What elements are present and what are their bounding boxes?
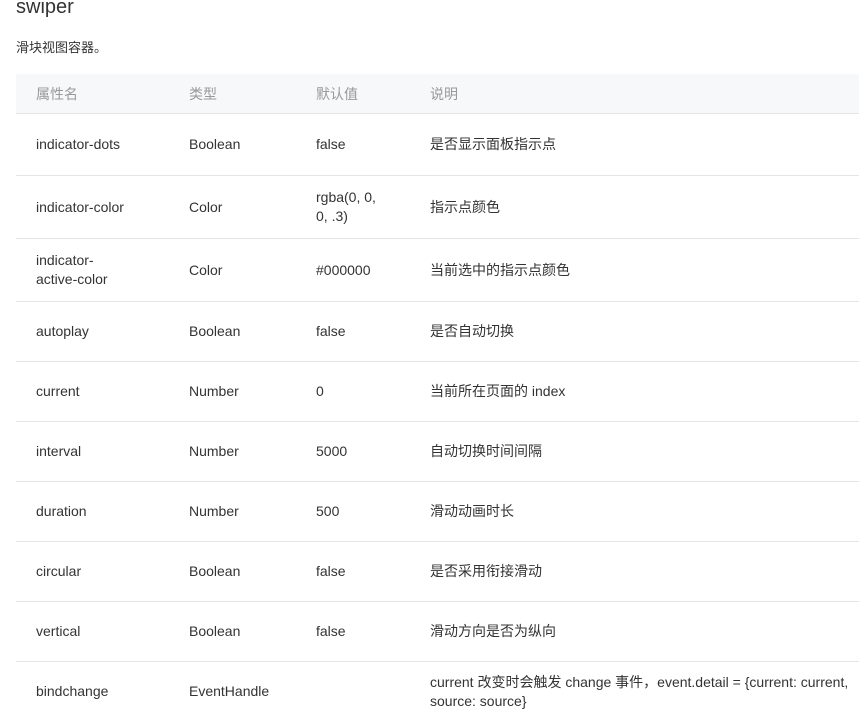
table-row: intervalNumber5000自动切换时间间隔 (16, 422, 859, 482)
cell-description: 是否显示面板指示点 (410, 114, 859, 176)
table-row: indicator-dotsBooleanfalse是否显示面板指示点 (16, 114, 859, 176)
page-description: 滑块视图容器。 (16, 37, 107, 56)
header-description: 说明 (410, 74, 859, 114)
cell-name: indicator-dots (16, 114, 169, 176)
cell-name: circular (16, 542, 169, 602)
cell-name: bindchange (16, 662, 169, 721)
cell-default (296, 662, 410, 721)
header-type: 类型 (169, 74, 296, 114)
cell-description: 当前所在页面的 index (410, 362, 859, 422)
table-row: indicator-colorColorrgba(0, 0, 0, .3)指示点… (16, 176, 859, 239)
cell-name: vertical (16, 602, 169, 662)
cell-name: duration (16, 482, 169, 542)
cell-default: 5000 (296, 422, 410, 482)
cell-name: indicator-color (16, 176, 169, 239)
cell-name: current (16, 362, 169, 422)
header-default: 默认值 (296, 74, 410, 114)
cell-description: current 改变时会触发 change 事件，event.detail = … (410, 662, 859, 721)
page-title: swiper (16, 0, 74, 19)
cell-default: #000000 (296, 239, 410, 302)
header-name: 属性名 (16, 74, 169, 114)
cell-type: Number (169, 482, 296, 542)
table-header: 属性名 类型 默认值 说明 (16, 74, 859, 114)
table-row: currentNumber0当前所在页面的 index (16, 362, 859, 422)
cell-type: Number (169, 422, 296, 482)
table-row: bindchangeEventHandle current 改变时会触发 chan… (16, 662, 859, 721)
cell-default: false (296, 302, 410, 362)
cell-default: 500 (296, 482, 410, 542)
cell-description: 是否采用衔接滑动 (410, 542, 859, 602)
cell-description: 指示点颜色 (410, 176, 859, 239)
attributes-table: 属性名 类型 默认值 说明 indicator-dotsBooleanfalse… (16, 74, 859, 721)
cell-type: Boolean (169, 302, 296, 362)
cell-description: 是否自动切换 (410, 302, 859, 362)
cell-description: 滑动方向是否为纵向 (410, 602, 859, 662)
cell-default: false (296, 114, 410, 176)
cell-description: 自动切换时间间隔 (410, 422, 859, 482)
table-row: verticalBooleanfalse滑动方向是否为纵向 (16, 602, 859, 662)
cell-name: interval (16, 422, 169, 482)
cell-type: EventHandle (169, 662, 296, 721)
table-row: durationNumber500滑动动画时长 (16, 482, 859, 542)
cell-default: 0 (296, 362, 410, 422)
table-row: circularBooleanfalse是否采用衔接滑动 (16, 542, 859, 602)
cell-name: autoplay (16, 302, 169, 362)
cell-description: 滑动动画时长 (410, 482, 859, 542)
cell-description: 当前选中的指示点颜色 (410, 239, 859, 302)
cell-name: indicator-active-color (16, 239, 169, 302)
cell-type: Color (169, 176, 296, 239)
table-row: autoplayBooleanfalse是否自动切换 (16, 302, 859, 362)
cell-type: Number (169, 362, 296, 422)
cell-type: Color (169, 239, 296, 302)
cell-type: Boolean (169, 114, 296, 176)
cell-type: Boolean (169, 602, 296, 662)
table-row: indicator-active-colorColor#000000当前选中的指… (16, 239, 859, 302)
cell-type: Boolean (169, 542, 296, 602)
cell-default: rgba(0, 0, 0, .3) (296, 176, 410, 239)
cell-default: false (296, 602, 410, 662)
cell-default: false (296, 542, 410, 602)
